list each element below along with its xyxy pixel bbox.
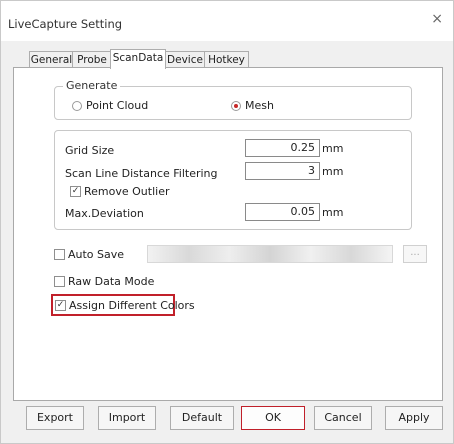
- auto-save-checkbox[interactable]: [54, 249, 65, 260]
- parameters-group: Grid Size 0.25 mm Scan Line Distance Fil…: [54, 130, 412, 230]
- grid-size-input[interactable]: 0.25: [245, 139, 320, 157]
- tab-hotkey[interactable]: Hotkey: [204, 51, 249, 68]
- assign-colors-checkbox[interactable]: ✓: [55, 300, 66, 311]
- scandata-panel: Generate Point Cloud Mesh Grid Size 0.25…: [13, 67, 443, 401]
- title-bar: LiveCapture Setting ×: [1, 1, 453, 41]
- scan-line-input[interactable]: 3: [245, 162, 320, 180]
- assign-colors-label: Assign Different Colors: [69, 299, 195, 312]
- window-title: LiveCapture Setting: [8, 17, 123, 31]
- apply-button[interactable]: Apply: [385, 406, 443, 430]
- raw-data-checkbox[interactable]: [54, 276, 65, 287]
- auto-save-path-field[interactable]: [147, 245, 393, 263]
- tab-probe[interactable]: Probe: [72, 51, 112, 68]
- browse-button[interactable]: ...: [403, 245, 427, 263]
- generate-legend: Generate: [63, 79, 121, 92]
- max-deviation-input[interactable]: 0.05: [245, 203, 320, 221]
- grid-size-unit: mm: [322, 142, 344, 155]
- remove-outlier-checkbox[interactable]: ✓: [70, 186, 81, 197]
- cancel-button[interactable]: Cancel: [314, 406, 372, 430]
- mesh-radio[interactable]: [231, 101, 241, 111]
- raw-data-label: Raw Data Mode: [68, 275, 155, 288]
- tab-scandata[interactable]: ScanData: [110, 49, 166, 69]
- scan-line-label: Scan Line Distance Filtering: [65, 167, 218, 180]
- mesh-label: Mesh: [245, 99, 274, 112]
- export-button[interactable]: Export: [26, 406, 84, 430]
- scan-line-unit: mm: [322, 165, 344, 178]
- settings-dialog: LiveCapture Setting × General Probe Scan…: [0, 0, 454, 444]
- grid-size-label: Grid Size: [65, 144, 115, 157]
- remove-outlier-label: Remove Outlier: [84, 185, 170, 198]
- point-cloud-radio[interactable]: [72, 101, 82, 111]
- close-icon[interactable]: ×: [431, 11, 443, 27]
- point-cloud-label: Point Cloud: [86, 99, 149, 112]
- max-deviation-label: Max.Deviation: [65, 207, 144, 220]
- import-button[interactable]: Import: [98, 406, 156, 430]
- default-button[interactable]: Default: [170, 406, 234, 430]
- max-deviation-unit: mm: [322, 206, 344, 219]
- ok-button[interactable]: OK: [241, 406, 305, 430]
- generate-group: Generate Point Cloud Mesh: [54, 79, 412, 120]
- tab-general[interactable]: General: [29, 51, 74, 68]
- tab-device[interactable]: Device: [164, 51, 206, 68]
- auto-save-label: Auto Save: [68, 248, 125, 261]
